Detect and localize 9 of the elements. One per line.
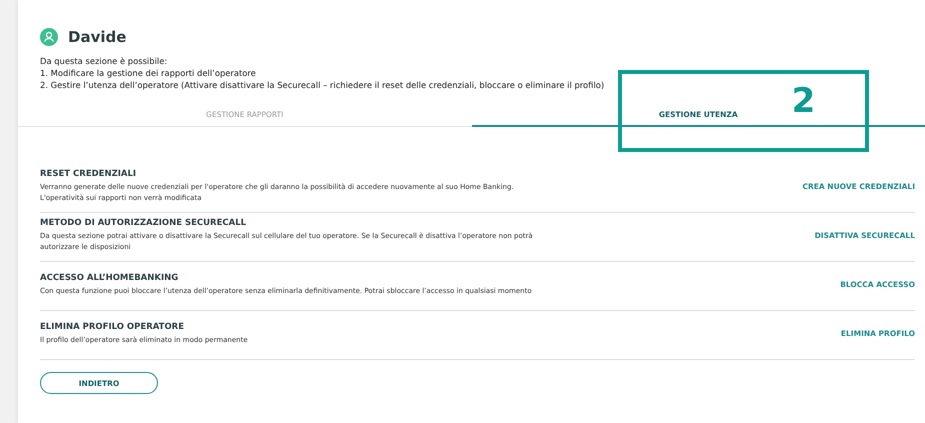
user-icon bbox=[40, 28, 58, 46]
operator-name: Davide bbox=[68, 28, 126, 46]
section-title: METODO DI AUTORIZZAZIONE SECURECALL bbox=[40, 218, 248, 228]
intro-text: 1. Modificare la gestione dei rapporti dell’operatore bbox=[40, 67, 257, 79]
section-title: ELIMINA PROFILO OPERATORE bbox=[40, 322, 186, 332]
intro-text: 2. Gestire l’utenza dell’operatore (Attivare disattivare la Securecall – richiedere il reset delle credenziali, bloccare o eliminare il profilo) bbox=[40, 79, 606, 91]
section-title: ACCESSO ALL’HOMEBANKING bbox=[40, 272, 180, 282]
intro-text: Da questa sezione è possibile: bbox=[40, 55, 168, 67]
section-title: RESET CREDENZIALI bbox=[40, 169, 138, 179]
